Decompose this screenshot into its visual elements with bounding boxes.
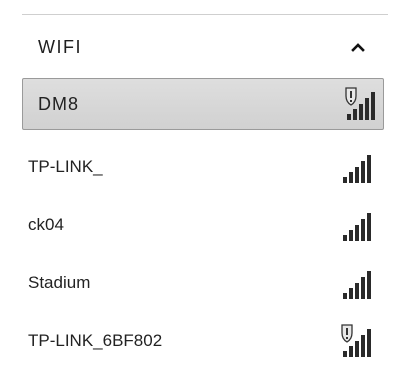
network-item-dm8[interactable]: DM8 — [22, 78, 384, 130]
signal-bar — [361, 161, 365, 183]
network-item-stadium[interactable]: Stadium — [22, 254, 384, 312]
signal-bar — [355, 341, 359, 357]
wifi-signal-icon — [340, 149, 374, 185]
signal-bar — [355, 283, 359, 299]
network-item-ck04[interactable]: ck04 — [22, 196, 384, 254]
signal-bar — [343, 351, 347, 357]
signal-bar — [359, 104, 363, 120]
signal-bar — [349, 288, 353, 299]
wifi-section-header[interactable]: WIFI — [22, 18, 384, 76]
signal-bar — [349, 346, 353, 357]
signal-bar — [367, 271, 371, 299]
signal-bar — [361, 335, 365, 357]
wifi-signal-icon — [340, 265, 374, 301]
signal-bar — [371, 92, 375, 120]
network-name: TP-LINK_ — [28, 157, 103, 176]
network-item-tp-link-6bf802[interactable]: TP-LINK_6BF802 — [22, 312, 384, 370]
network-name: DM8 — [38, 93, 80, 114]
signal-bar — [343, 293, 347, 299]
shield-icon — [345, 87, 357, 106]
network-list: DM8 TP-LINK_ ck04 Stadium TP-LINK_6BF802 — [22, 78, 384, 370]
signal-bar — [365, 98, 369, 120]
wifi-network-panel: WIFI DM8 TP-LINK_ ck04 Stadium TP-LINK_6… — [0, 0, 394, 374]
divider — [22, 14, 388, 15]
wifi-signal-secured-icon — [340, 323, 374, 359]
signal-bar — [353, 109, 357, 120]
network-name: ck04 — [28, 215, 64, 234]
shield-icon — [341, 324, 353, 343]
signal-bar — [367, 329, 371, 357]
signal-bar — [367, 213, 371, 241]
signal-bar — [349, 172, 353, 183]
section-title: WIFI — [38, 36, 82, 57]
signal-bar — [349, 230, 353, 241]
signal-bar — [343, 235, 347, 241]
signal-bar — [355, 167, 359, 183]
signal-bar — [361, 219, 365, 241]
signal-bar — [343, 177, 347, 183]
signal-bar — [347, 114, 351, 120]
chevron-up-icon[interactable] — [350, 39, 366, 55]
wifi-signal-icon — [340, 207, 374, 243]
network-item-tp-link[interactable]: TP-LINK_ — [22, 138, 384, 196]
wifi-signal-secured-icon — [344, 86, 378, 122]
network-name: Stadium — [28, 273, 91, 292]
signal-bar — [367, 155, 371, 183]
signal-bar — [361, 277, 365, 299]
network-name: TP-LINK_6BF802 — [28, 331, 163, 350]
signal-bar — [355, 225, 359, 241]
